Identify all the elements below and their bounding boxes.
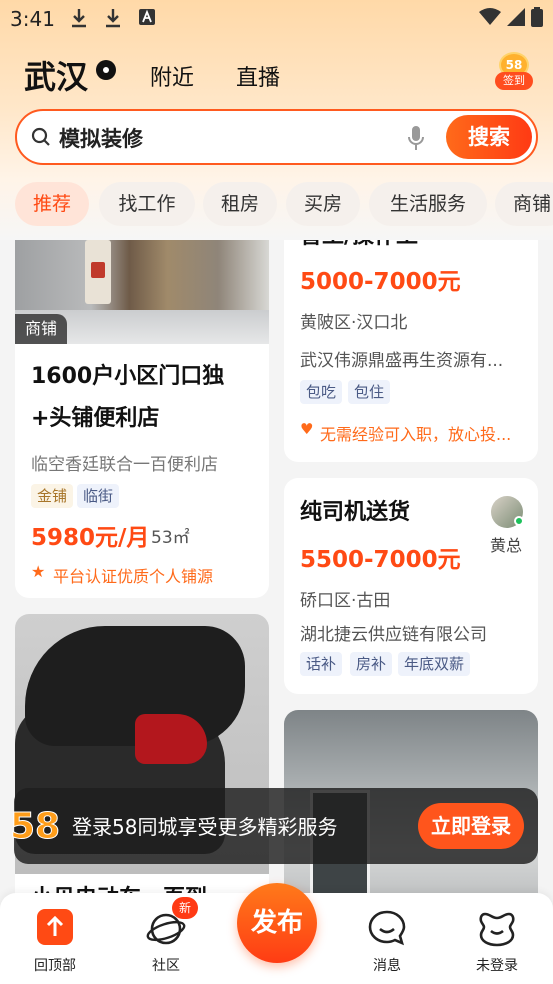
listing-area: 53㎡ [151,528,190,548]
user-face-icon [479,912,515,947]
download-icon [70,8,88,33]
tab-rent[interactable]: 租房 [203,182,277,226]
header: 武汉 附近 直播 58 签到 [0,46,553,106]
battery-icon [531,7,543,31]
nav-label: 未登录 [476,958,518,974]
search-input[interactable]: 模拟装修 [59,123,143,153]
microphone-icon[interactable] [407,125,425,151]
listing-title-line2: +头铺便利店 [31,406,160,431]
job-company: 武汉伟源鼎盛再生资源有... [300,351,504,371]
nav-live[interactable]: 直播 [236,60,280,92]
job-tag: 房补 [350,652,393,676]
svg-text:58: 58 [10,806,60,846]
tab-buy-house[interactable]: 买房 [286,182,360,226]
job-note: 无需经验可入职，放心投... [320,425,512,444]
shop-listing-card[interactable]: 商铺 1600户小区门口独 +头铺便利店 临空香廷联合一百便利店 金铺 临街 5… [15,240,269,598]
nav-nearby[interactable]: 附近 [150,60,194,92]
job-location: 硚口区·古田 [300,591,391,611]
search-icon [31,127,50,146]
login-banner: 58 登录58同城享受更多精彩服务 立即登录 [10,788,538,864]
job-tag: 年底双薪 [398,652,471,676]
new-badge: 新 [172,897,198,919]
message-icon [368,910,406,946]
tab-life-services[interactable]: 生活服务 [369,182,487,226]
signin-label: 签到 [495,72,533,90]
scooter-taillight-image [135,714,207,764]
signal-icon [507,8,525,30]
wifi-icon [479,8,501,30]
download-icon [104,8,122,33]
status-time: 3:41 [10,7,55,31]
publish-button[interactable]: 发布 [237,883,317,963]
photo-tag: 商铺 [15,314,67,344]
job-tag: 包住 [348,380,391,404]
search-button[interactable]: 搜索 [446,115,532,159]
job-salary: 5000-7000元 [300,269,461,295]
tab-recommend[interactable]: 推荐 [15,182,89,226]
job-tag: 包吃 [300,380,343,404]
bottom-navigation: 回顶部 新 社区 发布 消息 未登录 [0,883,553,984]
job-tag: 话补 [300,652,343,676]
search-bar[interactable]: 模拟装修 搜索 [15,109,538,165]
tab-shops[interactable]: 商铺 [495,182,553,226]
font-icon [138,8,156,31]
login-button[interactable]: 立即登录 [418,803,524,849]
nav-messages[interactable]: 消息 [347,905,427,975]
shop-sign-image [85,240,111,304]
nav-community[interactable]: 新 社区 [126,897,206,975]
job-listing-card[interactable]: 普工/操作工 5000-7000元 黄陂区·汉口北 武汉伟源鼎盛再生资源有...… [284,240,538,462]
online-status-dot [514,516,524,526]
signin-button[interactable]: 58 签到 [495,52,533,92]
job-company: 湖北捷云供应链有限公司 [300,625,487,645]
tab-jobs[interactable]: 找工作 [99,182,195,226]
nav-back-to-top[interactable]: 回顶部 [15,905,95,975]
arrow-up-icon [37,909,73,945]
tag-gold-shop: 金铺 [31,484,74,508]
nav-login[interactable]: 未登录 [457,905,537,975]
job-title: 纯司机送货 [300,500,411,525]
nav-label: 回顶部 [34,958,76,974]
job-listing-card[interactable]: 纯司机送货 黄总 5500-7000元 硚口区·古田 湖北捷云供应链有限公司 话… [284,478,538,694]
job-salary: 5500-7000元 [300,547,461,573]
job-contact: 黄总 [490,536,523,555]
58-logo-icon: 58 [10,806,61,847]
tag-street: 临街 [77,484,120,508]
heart-icon: ♥ [300,420,314,438]
listing-note: 平台认证优质个人铺源 [53,567,214,586]
star-icon: ★ [31,562,46,581]
location-pin-icon[interactable] [96,60,116,80]
nav-label: 消息 [373,958,401,974]
status-bar: 3:41 [0,0,553,38]
status-right [479,7,543,31]
job-location: 黄陂区·汉口北 [300,313,408,333]
login-banner-text: 登录58同城享受更多精彩服务 [72,815,338,839]
listing-price: 5980元/月 [31,525,150,551]
listing-title-line1: 1600户小区门口独 [31,364,225,389]
listing-subtitle: 临空香廷联合一百便利店 [31,455,218,475]
city-selector[interactable]: 武汉 [24,52,88,98]
job-title: 普工/操作工 [300,240,418,258]
nav-label: 社区 [152,958,180,974]
